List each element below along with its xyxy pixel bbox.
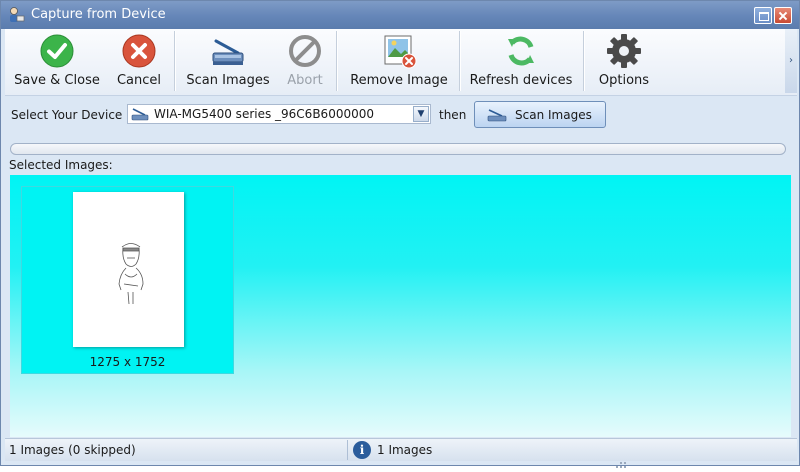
save-close-label: Save & Close — [14, 73, 100, 88]
scan-images-button[interactable]: Scan Images — [474, 101, 606, 128]
device-select[interactable]: WIA-MG5400 series _96C6B6000000 ▼ — [127, 104, 431, 124]
sketch-drawing — [118, 243, 144, 305]
device-label: Select Your Device — [11, 108, 123, 122]
app-icon — [10, 7, 25, 22]
options-button[interactable]: Options — [591, 29, 657, 93]
scanner-icon — [487, 109, 507, 122]
image-dimensions: 1275 x 1752 — [89, 355, 166, 369]
scan-images-label: Scan Images — [186, 73, 270, 88]
refresh-devices-button[interactable]: Refresh devices — [465, 29, 577, 93]
capture-window: Capture from Device Save & Close Cancel — [0, 0, 800, 466]
abort-button[interactable]: Abort — [279, 29, 331, 93]
scanned-page-preview — [73, 192, 184, 347]
remove-image-label: Remove Image — [350, 73, 448, 88]
toolbar-separator — [336, 31, 337, 91]
chevron-right-icon: › — [789, 55, 793, 66]
window-title: Capture from Device — [31, 7, 166, 22]
cancel-button[interactable]: Cancel — [109, 29, 169, 93]
chevron-down-icon[interactable]: ▼ — [413, 106, 429, 122]
selected-images-label: Selected Images: — [9, 158, 113, 172]
scanner-icon — [212, 39, 244, 65]
device-select-value: WIA-MG5400 series _96C6B6000000 — [154, 107, 374, 121]
status-separator — [347, 440, 348, 460]
toolbar-overflow-button[interactable]: › — [785, 29, 797, 93]
image-remove-icon — [384, 35, 417, 69]
scan-images-toolbar-button[interactable]: Scan Images — [181, 29, 275, 93]
refresh-icon — [508, 36, 534, 66]
abort-label: Abort — [287, 73, 323, 88]
cancel-label: Cancel — [116, 73, 162, 88]
title-bar[interactable]: Capture from Device — [1, 1, 799, 29]
status-info-text: 1 Images — [377, 443, 433, 457]
x-circle-icon — [122, 34, 156, 68]
then-label: then — [439, 108, 467, 122]
options-label: Options — [598, 73, 650, 88]
scan-images-button-label: Scan Images — [515, 108, 592, 122]
status-images-count: 1 Images (0 skipped) — [9, 443, 136, 457]
toolbar-separator — [583, 31, 584, 91]
maximize-button[interactable] — [754, 7, 772, 24]
close-button[interactable] — [774, 7, 792, 24]
refresh-devices-label: Refresh devices — [469, 73, 573, 88]
save-close-button[interactable]: Save & Close — [11, 29, 103, 93]
toolbar-separator — [174, 31, 175, 91]
gear-icon — [607, 34, 641, 68]
status-bar: 1 Images (0 skipped) i 1 Images — [5, 438, 797, 461]
remove-image-button[interactable]: Remove Image — [343, 29, 455, 93]
no-entry-icon — [289, 35, 321, 67]
toolbar-separator — [459, 31, 460, 91]
image-thumbnail[interactable]: 1275 x 1752 — [21, 186, 234, 374]
scanner-icon — [131, 108, 149, 121]
progress-bar — [10, 143, 786, 155]
image-gallery[interactable]: 1275 x 1752 — [10, 175, 791, 437]
info-icon: i — [353, 441, 371, 459]
resize-grip-icon[interactable] — [614, 462, 628, 470]
check-circle-icon — [40, 34, 74, 68]
device-row: Select Your Device WIA-MG5400 series _96… — [1, 97, 799, 137]
toolbar: Save & Close Cancel Scan Images Abort Re… — [5, 29, 797, 96]
